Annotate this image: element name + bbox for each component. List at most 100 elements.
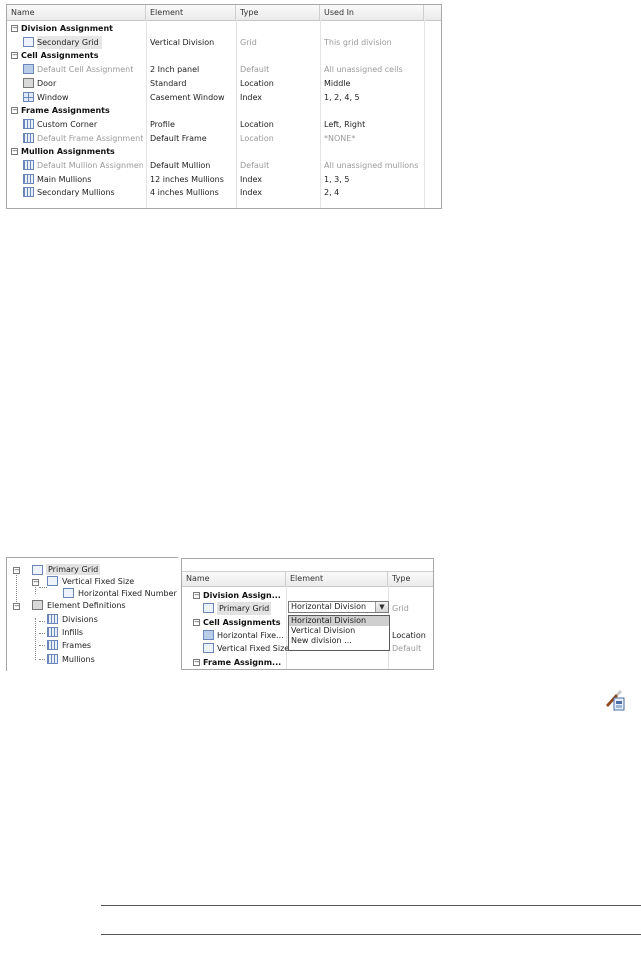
cell-type[interactable]: Location bbox=[240, 132, 318, 145]
table-row[interactable]: Custom Corner Profile Location Left, Right bbox=[7, 118, 437, 131]
cell-used-in[interactable]: Middle bbox=[324, 77, 438, 90]
row-vertical-fixed-type: Default bbox=[392, 644, 422, 653]
cell-name[interactable]: Door bbox=[37, 77, 143, 90]
cell-type[interactable]: Default bbox=[240, 63, 318, 76]
cell-name[interactable]: Secondary Grid bbox=[37, 35, 102, 49]
cell-type[interactable]: Default bbox=[240, 159, 318, 172]
cell-used-in[interactable]: *NONE* bbox=[324, 132, 438, 145]
cell-used-in[interactable]: 1, 3, 5 bbox=[324, 173, 438, 186]
window-icon bbox=[23, 91, 34, 102]
cell-element[interactable]: 12 inches Mullions bbox=[150, 173, 234, 186]
cell-used-in[interactable]: This grid division bbox=[324, 36, 438, 49]
grid-header: Name Element Type bbox=[182, 571, 433, 587]
row-primary-grid-name[interactable]: Primary Grid bbox=[217, 602, 272, 615]
column-header-name[interactable]: Name bbox=[182, 572, 286, 586]
cell-icon bbox=[23, 64, 34, 75]
dropdown-option-horizontal-division[interactable]: Horizontal Division bbox=[289, 616, 389, 626]
element-dropdown[interactable]: Horizontal Division ▼ bbox=[288, 601, 389, 613]
cell-name[interactable]: Default Frame Assignment bbox=[37, 132, 143, 145]
cell-type[interactable]: Index bbox=[240, 173, 318, 186]
mullion-icon bbox=[23, 187, 34, 198]
cell-name[interactable]: Default Mullion Assignment bbox=[37, 159, 143, 172]
cell-element[interactable]: Default Mullion bbox=[150, 159, 234, 172]
grid-icon bbox=[63, 588, 74, 598]
cell-element[interactable]: 4 inches Mullions bbox=[150, 186, 234, 199]
tree-item-vertical-fixed-size[interactable]: Vertical Fixed Size bbox=[62, 576, 134, 587]
edit-in-place-icon bbox=[606, 690, 625, 711]
cell-used-in[interactable]: 1, 2, 4, 5 bbox=[324, 91, 438, 104]
collapse-icon[interactable]: − bbox=[11, 52, 18, 60]
collapse-icon[interactable]: − bbox=[11, 107, 18, 115]
collapse-icon[interactable]: − bbox=[32, 579, 39, 586]
cell-used-in[interactable]: Left, Right bbox=[324, 118, 438, 131]
table-row[interactable]: Default Frame Assignment Default Frame Loc… bbox=[7, 132, 437, 145]
tree-item-horizontal-fixed-number[interactable]: Horizontal Fixed Number bbox=[78, 588, 177, 599]
cell-element[interactable]: Profile bbox=[150, 118, 234, 131]
cell-element[interactable]: Vertical Division bbox=[150, 36, 234, 49]
mullion-icon bbox=[23, 132, 34, 143]
cell-used-in[interactable]: 2, 4 bbox=[324, 186, 438, 199]
group-row[interactable]: Mullion Assignments bbox=[21, 145, 115, 158]
dropdown-option-new-division[interactable]: New division ... bbox=[289, 636, 389, 646]
cell-used-in[interactable]: All unassigned cells bbox=[324, 63, 438, 76]
tree-item-mullions[interactable]: Mullions bbox=[62, 654, 95, 665]
mullions-icon bbox=[47, 654, 58, 664]
chevron-down-icon[interactable]: ▼ bbox=[375, 602, 388, 612]
cell-name[interactable]: Window bbox=[37, 91, 143, 104]
table-row[interactable]: Door Standard Location Middle bbox=[7, 77, 437, 90]
collapse-icon[interactable]: − bbox=[11, 148, 18, 156]
tree-item-element-definitions[interactable]: Element Definitions bbox=[47, 600, 126, 611]
collapse-icon[interactable]: − bbox=[193, 592, 200, 599]
cell-type[interactable]: Location bbox=[240, 118, 318, 131]
row-horizontal-fixed-type: Location bbox=[392, 631, 426, 640]
table-row[interactable]: Main Mullions 12 inches Mullions Index 1, 3… bbox=[7, 173, 437, 186]
group-row[interactable]: Cell Assignments bbox=[21, 49, 99, 62]
row-vertical-fixed-name[interactable]: Vertical Fixed Size bbox=[217, 642, 289, 655]
cell-used-in[interactable]: All unassigned mullions bbox=[324, 159, 438, 172]
tree-item-divisions[interactable]: Divisions bbox=[62, 614, 98, 625]
column-header-name[interactable]: Name bbox=[7, 5, 146, 20]
cell-type[interactable]: Grid bbox=[240, 36, 318, 49]
column-header-element[interactable]: Element bbox=[286, 572, 388, 586]
column-header-type[interactable]: Type bbox=[236, 5, 320, 20]
cell-type[interactable]: Index bbox=[240, 186, 318, 199]
row-primary-grid-type: Grid bbox=[392, 604, 409, 613]
cell-type[interactable]: Location bbox=[240, 77, 318, 90]
row-horizontal-fixed-name[interactable]: Horizontal Fixe... bbox=[217, 629, 284, 642]
column-header-type[interactable]: Type bbox=[388, 572, 433, 586]
cell-element[interactable]: Standard bbox=[150, 77, 234, 90]
mullion-icon bbox=[23, 118, 34, 129]
division-assignments-grid: Name Element Type − Division Assign... P… bbox=[181, 558, 434, 670]
group-row[interactable]: Division Assignment bbox=[21, 22, 113, 35]
collapse-icon[interactable]: − bbox=[13, 603, 20, 610]
cell-name[interactable]: Main Mullions bbox=[37, 173, 143, 186]
infills-icon bbox=[47, 627, 58, 637]
element-tree: − Primary Grid − Vertical Fixed Size Hor… bbox=[6, 557, 178, 671]
column-header-element[interactable]: Element bbox=[146, 5, 236, 20]
collapse-icon[interactable]: − bbox=[193, 659, 200, 666]
table-row[interactable]: Secondary Mullions 4 inches Mullions Index… bbox=[7, 186, 437, 199]
collapse-icon[interactable]: − bbox=[11, 25, 18, 32]
cell-element[interactable]: 2 Inch panel bbox=[150, 63, 234, 76]
grid-icon bbox=[23, 36, 34, 47]
assignments-grid: Name Element Type Used In Division Assig… bbox=[6, 4, 442, 209]
table-row[interactable]: Secondary Grid Vertical Division Grid This … bbox=[7, 35, 438, 49]
column-header-used-in[interactable]: Used In bbox=[320, 5, 424, 20]
collapse-icon[interactable]: − bbox=[193, 619, 200, 626]
collapse-icon[interactable]: − bbox=[13, 567, 20, 574]
cell-name[interactable]: Custom Corner bbox=[37, 118, 143, 131]
group-row[interactable]: Frame Assignments bbox=[21, 104, 110, 117]
grid-icon bbox=[203, 643, 214, 653]
tree-item-primary-grid[interactable]: Primary Grid bbox=[46, 564, 101, 575]
cell-element[interactable]: Casement Window bbox=[150, 91, 234, 104]
cell-name[interactable]: Secondary Mullions bbox=[37, 186, 143, 199]
cell-type[interactable]: Index bbox=[240, 91, 318, 104]
tree-item-frames[interactable]: Frames bbox=[62, 640, 91, 651]
tree-item-infills[interactable]: Infills bbox=[62, 627, 83, 638]
cell-element[interactable]: Default Frame bbox=[150, 132, 234, 145]
cell-name[interactable]: Default Cell Assignment bbox=[37, 63, 143, 76]
dropdown-option-vertical-division[interactable]: Vertical Division bbox=[289, 626, 389, 636]
table-row[interactable]: Default Cell Assignment 2 Inch panel Defau… bbox=[7, 63, 437, 76]
table-row[interactable]: Window Casement Window Index 1, 2, 4, 5 bbox=[7, 91, 437, 104]
table-row[interactable]: Default Mullion Assignment Default Mullio… bbox=[7, 159, 437, 172]
